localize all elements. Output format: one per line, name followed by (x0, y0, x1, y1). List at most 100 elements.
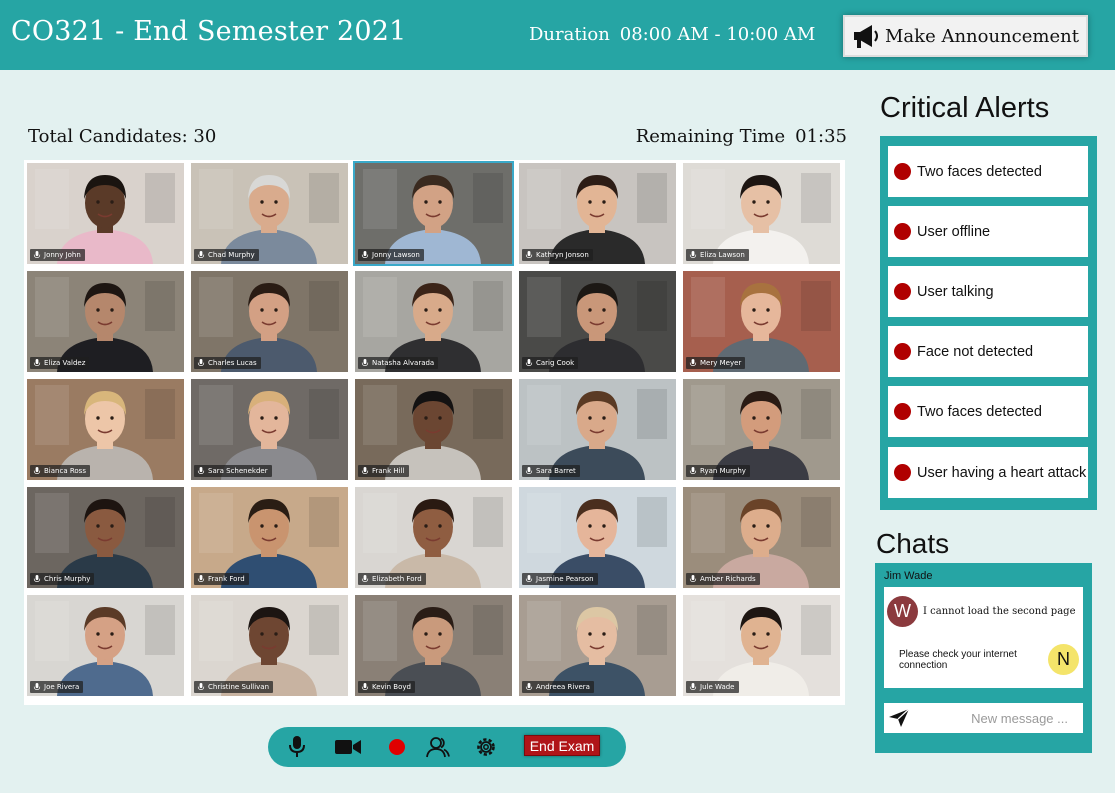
candidate-video-tile[interactable]: Bianca Ross (27, 379, 184, 480)
outgoing-message-text: Please check your internet connection (899, 649, 1017, 671)
candidate-name: Christine Sullivan (208, 683, 270, 691)
total-candidates: Total Candidates: 30 (28, 126, 217, 147)
candidate-video-tile[interactable]: Elizabeth Ford (355, 487, 512, 588)
chats-title: Chats (876, 528, 950, 559)
alert-item[interactable]: Two faces detected (888, 146, 1088, 197)
microphone-icon (361, 467, 369, 474)
candidate-video-tile[interactable]: Chad Murphy (191, 163, 348, 264)
announce-label: Make Announcement (885, 25, 1079, 47)
candidate-name: Sara Barret (536, 467, 576, 475)
candidate-video-tile[interactable]: Joe Rivera (27, 595, 184, 696)
candidate-video-tile[interactable]: Frank Hill (355, 379, 512, 480)
avatar: W (887, 596, 918, 627)
candidate-name-tag: Mery Meyer (686, 357, 746, 369)
candidate-video-tile[interactable]: Christine Sullivan (191, 595, 348, 696)
candidate-name: Chad Murphy (208, 251, 255, 259)
microphone-icon (197, 359, 205, 366)
candidate-name: Elizabeth Ford (372, 575, 422, 583)
header-bar: CO321 - End Semester 2021 Duration 08:00 … (0, 0, 1115, 70)
microphone-icon (689, 359, 697, 366)
candidate-video-tile[interactable]: Sara Schenekder (191, 379, 348, 480)
send-icon[interactable] (884, 703, 914, 733)
microphone-icon (689, 251, 697, 258)
new-message-input[interactable] (914, 710, 1074, 726)
video-grid-tiles: Jonny John Chad Murphy Jonny Lawson Kathryn… (27, 161, 840, 696)
critical-alerts-title: Critical Alerts (880, 92, 1050, 124)
camera-icon[interactable] (334, 735, 362, 759)
microphone-icon (525, 359, 533, 366)
candidate-video-tile[interactable]: Jonny John (27, 163, 184, 264)
alert-item[interactable]: User talking (888, 266, 1088, 317)
candidate-video-tile[interactable]: Kevin Boyd (355, 595, 512, 696)
microphone-icon (361, 251, 369, 258)
candidate-video-tile[interactable]: Charles Lucas (191, 271, 348, 372)
candidate-video-tile[interactable]: Eliza Lawson (683, 163, 840, 264)
candidate-video-tile[interactable]: Jonny Lawson (353, 161, 514, 266)
alert-dot-icon (894, 403, 911, 420)
participants-icon[interactable] (426, 735, 450, 759)
candidate-name-tag: Chad Murphy (194, 249, 259, 261)
exam-duration: Duration 08:00 AM - 10:00 AM (529, 24, 815, 45)
candidate-name: Bianca Ross (44, 467, 86, 475)
microphone-icon (689, 683, 697, 690)
candidate-video-tile[interactable]: Frank Ford (191, 487, 348, 588)
candidate-name-tag: Carig Cook (522, 357, 579, 369)
candidate-name: Frank Ford (208, 575, 245, 583)
candidate-name-tag: Sara Schenekder (194, 465, 272, 477)
candidate-name: Eliza Valdez (44, 359, 86, 367)
alert-item[interactable]: User having a heart attack (888, 447, 1088, 498)
candidate-name-tag: Natasha Alvarada (358, 357, 439, 369)
candidate-name: Charles Lucas (208, 359, 257, 367)
megaphone-icon (854, 25, 878, 48)
candidate-video-tile[interactable]: Jule Wade (683, 595, 840, 696)
alert-text: Two faces detected (917, 163, 1042, 180)
candidate-name-tag: Jasmine Pearson (522, 573, 598, 585)
candidate-name-tag: Kevin Boyd (358, 681, 415, 693)
alert-item[interactable]: Face not detected (888, 326, 1088, 377)
microphone-icon[interactable] (285, 735, 309, 759)
chat-messages: W I cannot load the second page Please c… (884, 587, 1083, 688)
microphone-icon (33, 575, 41, 582)
settings-icon[interactable] (474, 735, 498, 759)
candidate-video-tile[interactable]: Carig Cook (519, 271, 676, 372)
record-icon[interactable] (385, 735, 409, 759)
alert-item[interactable]: User offline (888, 206, 1088, 257)
remaining-time: Remaining Time 01:35 (636, 126, 847, 147)
microphone-icon (361, 359, 369, 366)
candidate-video-tile[interactable]: Natasha Alvarada (355, 271, 512, 372)
candidate-name: Natasha Alvarada (372, 359, 435, 367)
candidate-name-tag: Jonny Lawson (358, 249, 424, 261)
microphone-icon (525, 467, 533, 474)
alert-dot-icon (894, 343, 911, 360)
microphone-icon (689, 575, 697, 582)
candidate-video-tile[interactable]: Eliza Valdez (27, 271, 184, 372)
alert-dot-icon (894, 163, 911, 180)
microphone-icon (525, 683, 533, 690)
alert-text: User offline (917, 223, 991, 240)
candidate-name: Kevin Boyd (372, 683, 411, 691)
microphone-icon (33, 359, 41, 366)
end-exam-button[interactable]: End Exam (524, 735, 600, 756)
candidate-video-tile[interactable]: Sara Barret (519, 379, 676, 480)
candidate-name-tag: Jonny John (30, 249, 85, 261)
candidate-video-tile[interactable]: Amber Richards (683, 487, 840, 588)
make-announcement-button[interactable]: Make Announcement (843, 15, 1088, 57)
microphone-icon (197, 251, 205, 258)
alert-text: User talking (917, 283, 994, 300)
alert-dot-icon (894, 283, 911, 300)
candidate-name: Eliza Lawson (700, 251, 745, 259)
candidate-video-tile[interactable]: Chris Murphy (27, 487, 184, 588)
candidate-name-tag: Christine Sullivan (194, 681, 274, 693)
candidate-name-tag: Sara Barret (522, 465, 580, 477)
microphone-icon (197, 467, 205, 474)
candidate-name-tag: Elizabeth Ford (358, 573, 426, 585)
candidate-video-tile[interactable]: Mery Meyer (683, 271, 840, 372)
alert-text: Face not detected (917, 343, 1034, 360)
candidate-video-tile[interactable]: Andreea Rivera (519, 595, 676, 696)
candidate-video-tile[interactable]: Kathryn Jonson (519, 163, 676, 264)
candidate-name: Jasmine Pearson (536, 575, 594, 583)
alert-item[interactable]: Two faces detected (888, 386, 1088, 437)
candidate-video-tile[interactable]: Jasmine Pearson (519, 487, 676, 588)
critical-alerts-panel: Two faces detected User offline User tal… (880, 136, 1097, 510)
candidate-video-tile[interactable]: Ryan Murphy (683, 379, 840, 480)
